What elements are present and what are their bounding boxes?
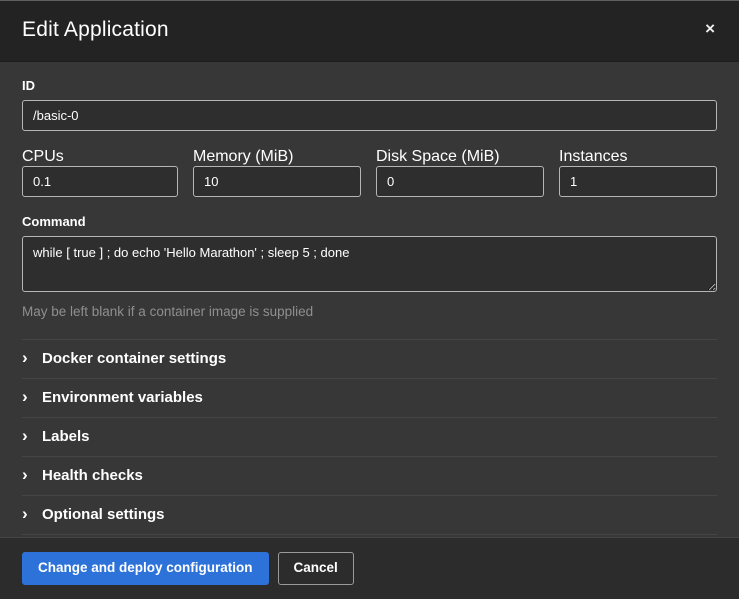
disk-label: Disk Space (MiB)	[376, 148, 500, 165]
chevron-right-icon: ›	[22, 388, 42, 405]
disk-input[interactable]	[376, 166, 544, 197]
command-input[interactable]: while [ true ] ; do echo 'Hello Marathon…	[22, 236, 717, 292]
memory-input[interactable]	[193, 166, 361, 197]
cpus-input[interactable]	[22, 166, 178, 197]
modal-title: Edit Application	[22, 18, 169, 42]
cpus-label: CPUs	[22, 148, 64, 165]
collapsible-sections: › Docker container settings › Environmen…	[22, 339, 717, 535]
modal-body: ID CPUs Memory (MiB) Disk Space (MiB) In…	[0, 62, 739, 537]
section-optional-settings[interactable]: › Optional settings	[22, 495, 717, 535]
disk-field-group: Disk Space (MiB)	[376, 148, 544, 197]
instances-field-group: Instances	[559, 148, 717, 197]
section-labels[interactable]: › Labels	[22, 417, 717, 456]
chevron-right-icon: ›	[22, 349, 42, 366]
memory-field-group: Memory (MiB)	[193, 148, 361, 197]
chevron-right-icon: ›	[22, 466, 42, 483]
modal-header: Edit Application ×	[0, 1, 739, 62]
command-help-text: May be left blank if a container image i…	[22, 304, 717, 319]
id-input[interactable]	[22, 100, 717, 131]
section-label: Environment variables	[42, 389, 203, 406]
id-field-group: ID	[22, 78, 717, 131]
section-label: Health checks	[42, 467, 143, 484]
chevron-right-icon: ›	[22, 427, 42, 444]
command-label: Command	[22, 214, 717, 229]
section-health-checks[interactable]: › Health checks	[22, 456, 717, 495]
close-icon[interactable]: ×	[701, 18, 719, 39]
cpus-field-group: CPUs	[22, 148, 178, 197]
section-environment-variables[interactable]: › Environment variables	[22, 378, 717, 417]
resources-row: CPUs Memory (MiB) Disk Space (MiB) Insta…	[22, 148, 717, 197]
cancel-button[interactable]: Cancel	[278, 552, 354, 585]
section-label: Docker container settings	[42, 350, 226, 367]
edit-application-modal: Edit Application × ID CPUs Memory (MiB) …	[0, 0, 739, 599]
section-label: Optional settings	[42, 506, 165, 523]
section-label: Labels	[42, 428, 90, 445]
modal-footer: Change and deploy configuration Cancel	[0, 537, 739, 599]
instances-input[interactable]	[559, 166, 717, 197]
chevron-right-icon: ›	[22, 505, 42, 522]
id-label: ID	[22, 78, 717, 93]
command-field-group: Command while [ true ] ; do echo 'Hello …	[22, 214, 717, 319]
memory-label: Memory (MiB)	[193, 148, 293, 165]
section-docker-container-settings[interactable]: › Docker container settings	[22, 339, 717, 378]
instances-label: Instances	[559, 148, 627, 165]
change-and-deploy-button[interactable]: Change and deploy configuration	[22, 552, 269, 585]
